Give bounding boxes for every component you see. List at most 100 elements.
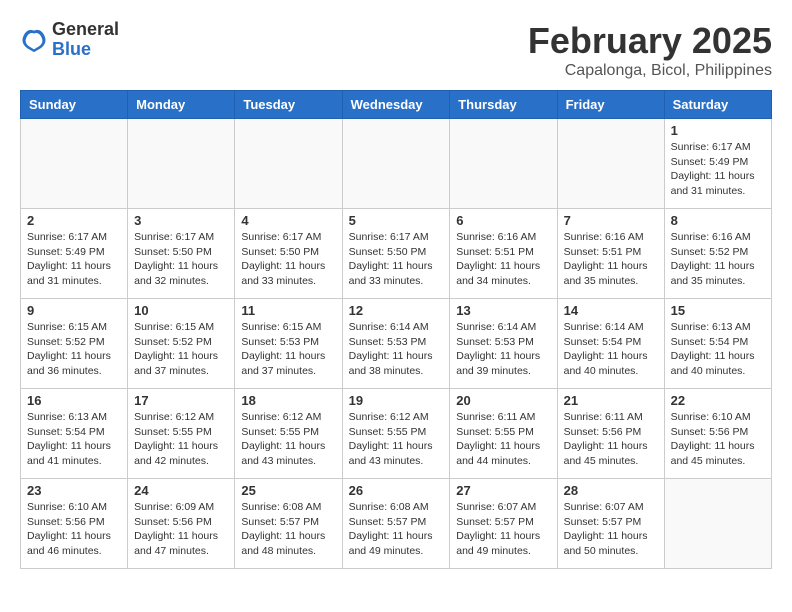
calendar-cell: 2 Sunrise: 6:17 AM Sunset: 5:49 PM Daylig… [21, 209, 128, 299]
day-info: Sunrise: 6:17 AM Sunset: 5:50 PM Dayligh… [349, 230, 444, 289]
calendar-cell: 28 Sunrise: 6:07 AM Sunset: 5:57 PM Dayli… [557, 479, 664, 569]
day-info: Sunrise: 6:12 AM Sunset: 5:55 PM Dayligh… [134, 410, 228, 469]
day-info: Sunrise: 6:17 AM Sunset: 5:49 PM Dayligh… [671, 140, 765, 199]
day-info: Sunrise: 6:14 AM Sunset: 5:54 PM Dayligh… [564, 320, 658, 379]
calendar-cell: 1 Sunrise: 6:17 AM Sunset: 5:49 PM Daylig… [664, 119, 771, 209]
logo-general: General [52, 20, 119, 40]
day-info: Sunrise: 6:10 AM Sunset: 5:56 PM Dayligh… [27, 500, 121, 559]
day-number: 14 [564, 303, 658, 318]
day-number: 2 [27, 213, 121, 228]
calendar-header-monday: Monday [128, 91, 235, 119]
day-number: 24 [134, 483, 228, 498]
calendar-cell: 4 Sunrise: 6:17 AM Sunset: 5:50 PM Daylig… [235, 209, 342, 299]
calendar-header-tuesday: Tuesday [235, 91, 342, 119]
logo-text: General Blue [52, 20, 119, 60]
day-number: 21 [564, 393, 658, 408]
calendar-cell: 5 Sunrise: 6:17 AM Sunset: 5:50 PM Daylig… [342, 209, 450, 299]
calendar-cell: 21 Sunrise: 6:11 AM Sunset: 5:56 PM Dayli… [557, 389, 664, 479]
calendar-cell: 7 Sunrise: 6:16 AM Sunset: 5:51 PM Daylig… [557, 209, 664, 299]
subtitle: Capalonga, Bicol, Philippines [528, 62, 772, 80]
calendar-cell: 12 Sunrise: 6:14 AM Sunset: 5:53 PM Dayli… [342, 299, 450, 389]
calendar-cell: 15 Sunrise: 6:13 AM Sunset: 5:54 PM Dayli… [664, 299, 771, 389]
day-number: 25 [241, 483, 335, 498]
calendar-cell: 17 Sunrise: 6:12 AM Sunset: 5:55 PM Dayli… [128, 389, 235, 479]
logo-blue: Blue [52, 40, 119, 60]
day-info: Sunrise: 6:12 AM Sunset: 5:55 PM Dayligh… [349, 410, 444, 469]
day-number: 28 [564, 483, 658, 498]
day-info: Sunrise: 6:08 AM Sunset: 5:57 PM Dayligh… [349, 500, 444, 559]
day-number: 22 [671, 393, 765, 408]
day-number: 5 [349, 213, 444, 228]
calendar-cell: 20 Sunrise: 6:11 AM Sunset: 5:55 PM Dayli… [450, 389, 557, 479]
day-info: Sunrise: 6:11 AM Sunset: 5:55 PM Dayligh… [456, 410, 550, 469]
day-info: Sunrise: 6:16 AM Sunset: 5:51 PM Dayligh… [456, 230, 550, 289]
day-number: 23 [27, 483, 121, 498]
calendar-week-2: 2 Sunrise: 6:17 AM Sunset: 5:49 PM Daylig… [21, 209, 772, 299]
calendar-header-friday: Friday [557, 91, 664, 119]
day-number: 15 [671, 303, 765, 318]
day-info: Sunrise: 6:11 AM Sunset: 5:56 PM Dayligh… [564, 410, 658, 469]
calendar-cell: 22 Sunrise: 6:10 AM Sunset: 5:56 PM Dayli… [664, 389, 771, 479]
day-number: 1 [671, 123, 765, 138]
day-number: 7 [564, 213, 658, 228]
calendar-header-sunday: Sunday [21, 91, 128, 119]
day-info: Sunrise: 6:17 AM Sunset: 5:50 PM Dayligh… [134, 230, 228, 289]
calendar-header-saturday: Saturday [664, 91, 771, 119]
logo: General Blue [20, 20, 119, 60]
day-number: 17 [134, 393, 228, 408]
day-info: Sunrise: 6:07 AM Sunset: 5:57 PM Dayligh… [564, 500, 658, 559]
day-info: Sunrise: 6:15 AM Sunset: 5:52 PM Dayligh… [27, 320, 121, 379]
calendar-header-thursday: Thursday [450, 91, 557, 119]
calendar-cell: 25 Sunrise: 6:08 AM Sunset: 5:57 PM Dayli… [235, 479, 342, 569]
day-info: Sunrise: 6:14 AM Sunset: 5:53 PM Dayligh… [349, 320, 444, 379]
calendar-cell: 3 Sunrise: 6:17 AM Sunset: 5:50 PM Daylig… [128, 209, 235, 299]
header: General Blue February 2025 Capalonga, Bi… [20, 20, 772, 80]
day-info: Sunrise: 6:15 AM Sunset: 5:52 PM Dayligh… [134, 320, 228, 379]
calendar-cell: 11Sunrise: 6:15 AM Sunset: 5:53 PM Dayli… [235, 299, 342, 389]
calendar-week-4: 16 Sunrise: 6:13 AM Sunset: 5:54 PM Dayli… [21, 389, 772, 479]
page-title: February 2025 [528, 20, 772, 62]
day-number: 27 [456, 483, 550, 498]
day-number: 20 [456, 393, 550, 408]
day-number: 9 [27, 303, 121, 318]
calendar-cell [557, 119, 664, 209]
day-number: 4 [241, 213, 335, 228]
day-number: 12 [349, 303, 444, 318]
calendar-cell: 26 Sunrise: 6:08 AM Sunset: 5:57 PM Dayli… [342, 479, 450, 569]
calendar-cell: 10 Sunrise: 6:15 AM Sunset: 5:52 PM Dayli… [128, 299, 235, 389]
day-number: 8 [671, 213, 765, 228]
day-info: Sunrise: 6:17 AM Sunset: 5:50 PM Dayligh… [241, 230, 335, 289]
calendar-cell: 9 Sunrise: 6:15 AM Sunset: 5:52 PM Daylig… [21, 299, 128, 389]
calendar-week-3: 9 Sunrise: 6:15 AM Sunset: 5:52 PM Daylig… [21, 299, 772, 389]
calendar-cell [342, 119, 450, 209]
calendar-header-row: SundayMondayTuesdayWednesdayThursdayFrid… [21, 91, 772, 119]
calendar-cell: 19 Sunrise: 6:12 AM Sunset: 5:55 PM Dayli… [342, 389, 450, 479]
logo-icon [20, 26, 48, 54]
day-info: Sunrise: 6:12 AM Sunset: 5:55 PM Dayligh… [241, 410, 335, 469]
calendar-cell: 18 Sunrise: 6:12 AM Sunset: 5:55 PM Dayli… [235, 389, 342, 479]
day-number: 18 [241, 393, 335, 408]
calendar-cell: 14 Sunrise: 6:14 AM Sunset: 5:54 PM Dayli… [557, 299, 664, 389]
calendar-cell: 16 Sunrise: 6:13 AM Sunset: 5:54 PM Dayli… [21, 389, 128, 479]
day-number: 13 [456, 303, 550, 318]
day-info: Sunrise: 6:10 AM Sunset: 5:56 PM Dayligh… [671, 410, 765, 469]
day-info: Sunrise: 6:07 AM Sunset: 5:57 PM Dayligh… [456, 500, 550, 559]
calendar-cell: 13Sunrise: 6:14 AM Sunset: 5:53 PM Dayli… [450, 299, 557, 389]
day-info: Sunrise: 6:13 AM Sunset: 5:54 PM Dayligh… [27, 410, 121, 469]
day-info: Sunrise: 6:08 AM Sunset: 5:57 PM Dayligh… [241, 500, 335, 559]
calendar-cell: 6 Sunrise: 6:16 AM Sunset: 5:51 PM Daylig… [450, 209, 557, 299]
calendar-header-wednesday: Wednesday [342, 91, 450, 119]
day-info: Sunrise: 6:17 AM Sunset: 5:49 PM Dayligh… [27, 230, 121, 289]
day-number: 6 [456, 213, 550, 228]
calendar-cell: 23 Sunrise: 6:10 AM Sunset: 5:56 PM Dayli… [21, 479, 128, 569]
calendar-week-5: 23 Sunrise: 6:10 AM Sunset: 5:56 PM Dayli… [21, 479, 772, 569]
day-number: 3 [134, 213, 228, 228]
day-number: 19 [349, 393, 444, 408]
day-number: 16 [27, 393, 121, 408]
day-number: 10 [134, 303, 228, 318]
calendar: SundayMondayTuesdayWednesdayThursdayFrid… [20, 90, 772, 569]
calendar-cell: 8Sunrise: 6:16 AM Sunset: 5:52 PM Daylig… [664, 209, 771, 299]
day-info: Sunrise: 6:16 AM Sunset: 5:51 PM Dayligh… [564, 230, 658, 289]
day-info: Sunrise: 6:13 AM Sunset: 5:54 PM Dayligh… [671, 320, 765, 379]
day-number: 26 [349, 483, 444, 498]
